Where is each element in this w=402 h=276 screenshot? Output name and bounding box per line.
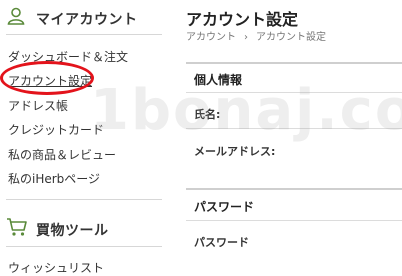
password-section-title: パスワード [194, 200, 255, 214]
breadcrumb: アカウント › アカウント設定 [186, 28, 326, 43]
breadcrumb-current: アカウント設定 [256, 32, 326, 43]
my-account-header: マイアカウント [6, 6, 164, 28]
highlight-ring [0, 61, 94, 95]
page-title: アカウント設定 [186, 10, 299, 29]
user-icon [6, 6, 26, 30]
section-divider [186, 188, 402, 190]
row-divider [186, 92, 402, 93]
section-divider [186, 62, 402, 64]
personal-info-title: 個人情報 [194, 73, 243, 87]
nav-address-book[interactable]: アドレス帳 [8, 97, 68, 114]
breadcrumb-separator: › [244, 32, 248, 43]
nav-my-iherb-page[interactable]: 私のiHerbページ [8, 170, 100, 187]
row-divider [186, 220, 402, 221]
main-content: アカウント設定 アカウント › アカウント設定 個人情報 氏名: メールアドレス: … [186, 0, 402, 268]
nav-credit-cards[interactable]: クレジットカード [8, 121, 104, 138]
my-account-title: マイアカウント [36, 12, 138, 28]
row-divider [186, 128, 402, 129]
shopping-tools-header: 買物ツール [6, 217, 164, 239]
name-field-label: 氏名: [194, 108, 221, 121]
breadcrumb-account-link[interactable]: アカウント [186, 32, 236, 43]
sidebar: マイアカウント ダッシュボード＆注文 アカウント設定 アドレス帳 クレジットカー… [0, 0, 166, 275]
divider [6, 199, 162, 200]
divider [6, 34, 162, 35]
nav-my-products-reviews[interactable]: 私の商品＆レビュー [8, 146, 116, 163]
password-field-label: パスワード [194, 236, 249, 249]
cart-icon [6, 217, 28, 241]
email-field-label: メールアドレス: [194, 145, 276, 158]
shopping-tools-title: 買物ツール [36, 223, 109, 239]
divider [6, 246, 162, 247]
